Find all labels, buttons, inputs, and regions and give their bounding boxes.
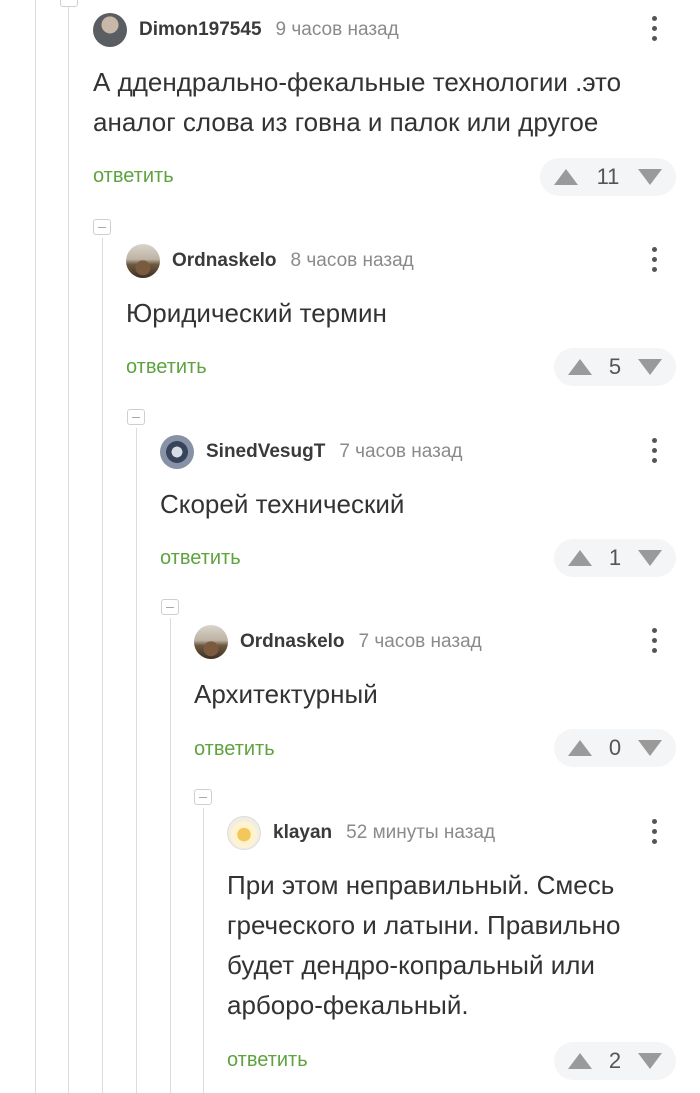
avatar[interactable]	[93, 13, 127, 47]
avatar[interactable]	[194, 625, 228, 659]
comment-text-line: будет дендро-копральный или	[227, 950, 595, 980]
triangle-down-icon[interactable]	[638, 1053, 662, 1069]
comment-username[interactable]: Dimon197545	[139, 19, 262, 41]
comment-time: 7 часов назад	[358, 631, 482, 652]
vote-count: 0	[608, 735, 622, 760]
triangle-down-icon[interactable]	[638, 169, 662, 185]
vote-widget: 2	[554, 1042, 676, 1080]
comment-text: Юридический термин	[126, 293, 387, 333]
avatar[interactable]	[126, 244, 160, 278]
more-vertical-icon[interactable]	[652, 14, 658, 44]
comment-text: Архитектурный	[194, 674, 378, 714]
comment: Dimon197545 9 часов назад А ддендрально-…	[93, 12, 677, 212]
comment-time: 9 часов назад	[275, 19, 399, 40]
collapse-minus-icon[interactable]	[93, 219, 111, 235]
reply-button[interactable]: ответить	[126, 356, 207, 379]
vote-count: 5	[608, 354, 622, 379]
comment: Ordnaskelo 8 часов назад Юридический тер…	[126, 243, 677, 403]
more-vertical-icon[interactable]	[652, 626, 658, 656]
comment-username[interactable]: SinedVesugT	[206, 441, 325, 463]
avatar[interactable]	[160, 435, 194, 469]
comment-text-line: аналог слова из говна и палок или другое	[93, 107, 599, 137]
vote-count: 11	[596, 164, 620, 189]
comment-time: 52 минуты назад	[346, 822, 496, 843]
triangle-up-icon[interactable]	[554, 169, 578, 185]
reply-button[interactable]: ответить	[160, 547, 241, 570]
vote-widget: 11	[540, 158, 676, 196]
triangle-up-icon[interactable]	[568, 740, 592, 756]
vote-widget: 1	[554, 539, 676, 577]
comment: SinedVesugT 7 часов назад Скорей техниче…	[160, 434, 677, 594]
vote-count: 2	[608, 1048, 622, 1073]
comment-text-line: Архитектурный	[194, 679, 378, 709]
reply-button[interactable]: ответить	[93, 165, 174, 188]
collapse-minus-icon[interactable]	[194, 789, 212, 805]
more-vertical-icon[interactable]	[652, 817, 658, 847]
comment-text: А ддендрально-фекальные технологии .это …	[93, 62, 621, 142]
comment-text-line: арборо-фекальный.	[227, 990, 469, 1020]
comment-text-line: Юридический термин	[126, 298, 387, 328]
comment-username[interactable]: Ordnaskelo	[172, 250, 277, 272]
comment-text: Скорей технический	[160, 484, 404, 524]
comment-header: Dimon197545 9 часов назад	[93, 12, 399, 48]
vote-widget: 5	[554, 348, 676, 386]
triangle-down-icon[interactable]	[638, 359, 662, 375]
reply-button[interactable]: ответить	[194, 738, 275, 761]
vote-widget: 0	[554, 729, 676, 767]
comment-header: Ordnaskelo 7 часов назад	[194, 624, 482, 660]
comment-text-line: А ддендрально-фекальные технологии .это	[93, 67, 622, 97]
comment-username[interactable]: klayan	[273, 822, 332, 844]
triangle-up-icon[interactable]	[568, 359, 592, 375]
thread-line	[35, 0, 36, 1093]
collapse-minus-icon[interactable]	[161, 599, 179, 615]
triangle-up-icon[interactable]	[568, 550, 592, 566]
comment-header: Ordnaskelo 8 часов назад	[126, 243, 414, 279]
collapse-minus-icon[interactable]	[127, 409, 145, 425]
collapse-minus-icon[interactable]	[60, 0, 78, 7]
comment-username[interactable]: Ordnaskelo	[240, 631, 345, 653]
triangle-down-icon[interactable]	[638, 740, 662, 756]
comment-text: При этом неправильный. Смесь греческого …	[227, 865, 620, 1025]
comment: klayan 52 минуты назад При этом неправил…	[227, 815, 677, 1085]
thread-line	[203, 808, 204, 1093]
comment-header: klayan 52 минуты назад	[227, 815, 495, 851]
triangle-up-icon[interactable]	[568, 1053, 592, 1069]
comment-header: SinedVesugT 7 часов назад	[160, 434, 463, 470]
thread-line	[102, 238, 103, 1093]
thread-line	[136, 428, 137, 1093]
reply-button[interactable]: ответить	[227, 1049, 308, 1072]
vote-count: 1	[608, 545, 622, 570]
thread-line	[68, 0, 69, 1093]
more-vertical-icon[interactable]	[652, 436, 658, 466]
comment: Ordnaskelo 7 часов назад Архитектурный о…	[194, 624, 677, 784]
comment-time: 7 часов назад	[339, 441, 463, 462]
thread-line	[170, 618, 171, 1093]
comment-time: 8 часов назад	[290, 250, 414, 271]
comment-text-line: При этом неправильный. Смесь	[227, 870, 615, 900]
avatar[interactable]	[227, 816, 261, 850]
more-vertical-icon[interactable]	[652, 245, 658, 275]
comment-text-line: греческого и латыни. Правильно	[227, 910, 621, 940]
triangle-down-icon[interactable]	[638, 550, 662, 566]
comment-text-line: Скорей технический	[160, 489, 405, 519]
